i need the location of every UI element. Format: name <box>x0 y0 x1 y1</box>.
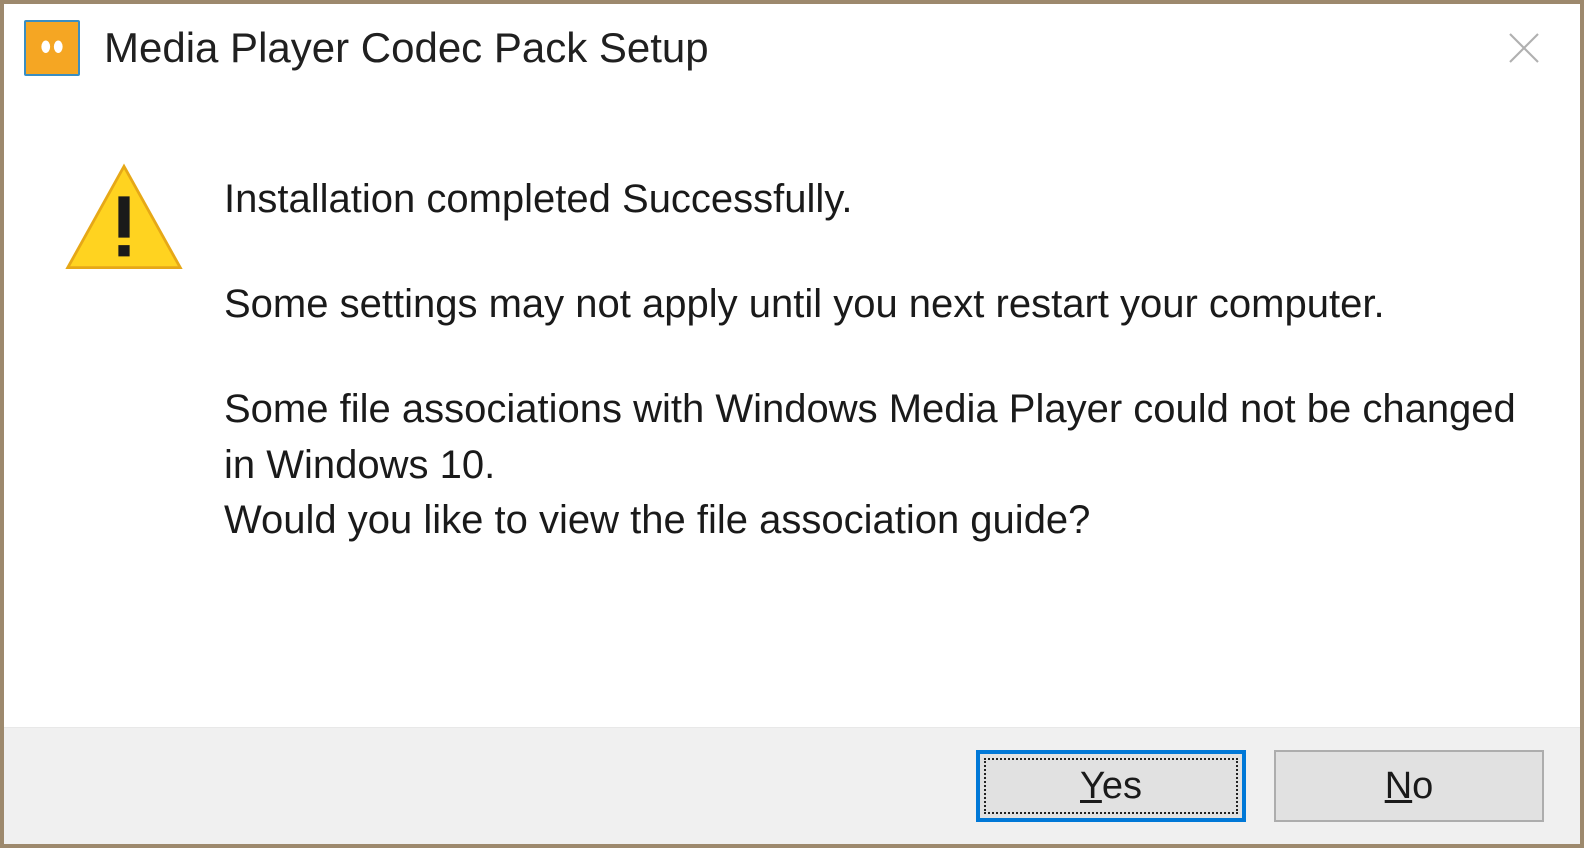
message-text: Installation completed Successfully. Som… <box>224 172 1540 548</box>
titlebar: Media Player Codec Pack Setup <box>4 4 1580 92</box>
dialog-content: Installation completed Successfully. Som… <box>4 92 1580 727</box>
button-bar: Yes No <box>4 727 1580 844</box>
no-button[interactable]: No <box>1274 750 1544 822</box>
message-line-1: Installation completed Successfully. <box>224 172 1540 227</box>
app-icon <box>24 20 80 76</box>
yes-button[interactable]: Yes <box>976 750 1246 822</box>
close-button <box>1484 13 1564 83</box>
dialog-window: Media Player Codec Pack Setup Installati… <box>0 0 1584 848</box>
message-line-3: Some file associations with Windows Medi… <box>224 382 1540 548</box>
message-line-2: Some settings may not apply until you ne… <box>224 277 1540 332</box>
warning-icon <box>64 162 184 277</box>
dialog-title: Media Player Codec Pack Setup <box>104 24 1484 72</box>
